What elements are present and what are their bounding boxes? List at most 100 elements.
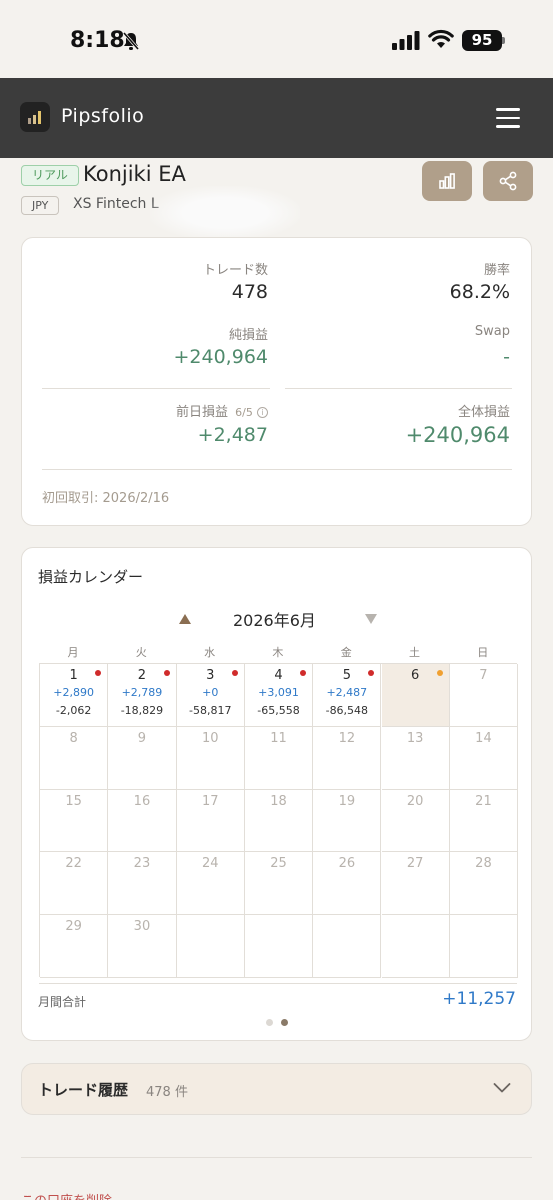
account-name: Konjiki EA [83,162,186,186]
calendar-day-cell[interactable]: 22 [40,852,109,916]
calendar-day-cell[interactable]: 25 [244,852,314,916]
calendar-day-cell[interactable]: 16 [108,789,177,853]
calendar-day-number: 24 [201,856,219,872]
hamburger-menu-icon[interactable] [496,108,520,128]
calendar-day-number: 20 [406,793,424,809]
calendar-status-dot [231,670,238,676]
total-pl-value: +240,964 [405,423,510,447]
calendar-day-cell[interactable]: 7 [449,664,519,727]
calendar-day-cell[interactable]: 27 [381,852,450,916]
page-indicator-dot[interactable] [266,1019,273,1026]
prev-month-icon[interactable] [179,614,191,624]
calendar-empty-cell [176,915,245,978]
calendar-day-cell[interactable]: 26 [313,852,382,916]
calendar-day-number: 22 [65,856,82,872]
weekday-label: 月 [67,646,79,659]
calendar-empty-cell [381,915,450,978]
calendar-day-cell[interactable]: 14 [449,726,519,790]
calendar-day-number: 29 [65,919,82,935]
calendar-day-number: 17 [201,793,219,809]
calendar-day-cell[interactable]: 17 [176,789,245,853]
net-pl-label: 純損益 [228,328,268,343]
calendar-day-number: 8 [69,730,78,746]
footer-divider [21,1157,532,1158]
share-button[interactable] [483,161,533,201]
calendar-day-cell[interactable]: 29 [40,915,109,978]
calendar-day-pl: +3,091 [258,686,299,699]
trade-history-title: トレード履歴 [38,1081,129,1099]
calendar-day-cell[interactable]: 4 +3,091 -65,558 [244,664,314,727]
calendar-day-cell[interactable]: 9 [108,726,177,790]
calendar-day-cell[interactable]: 10 [176,726,245,790]
calendar-day-cell[interactable]: 1 +2,890 -2,062 [40,664,109,727]
calendar-day-secondary: -58,817 [189,704,232,717]
chart-button[interactable] [422,161,472,201]
calendar-day-secondary: -18,829 [120,704,164,717]
calendar-day-number: 10 [201,730,219,746]
redaction-blur [150,186,300,240]
calendar-day-pl: +2,487 [326,686,368,699]
calendar-title: 損益カレンダー [38,568,144,586]
calendar-day-cell[interactable]: 2 +2,789 -18,829 [108,664,177,727]
calendar-day-number: 18 [270,793,287,809]
cellular-signal-icon [392,31,420,50]
wifi-icon [428,29,454,48]
net-pl-value: +240,964 [173,346,269,368]
calendar-day-cell[interactable]: 8 [40,726,109,790]
calendar-empty-cell [313,915,382,978]
calendar-day-number: 14 [475,730,492,746]
calendar-day-cell[interactable]: 20 [381,789,450,853]
stats-divider-left [42,388,270,389]
winrate-label: 勝率 [483,263,510,278]
trades-value: 478 [231,281,268,303]
calendar-day-cell[interactable]: 13 [381,726,450,790]
calendar-day-cell[interactable]: 3 +0 -58,817 [176,664,245,727]
calendar-day-cell[interactable]: 5 +2,487 -86,548 [313,664,382,727]
weekday-label: 水 [204,646,216,659]
calendar-day-number: 27 [406,856,424,872]
prev-day-label: 前日損益 6/5 i [176,401,268,420]
calendar-day-number: 7 [479,668,488,683]
delete-account-link[interactable]: この口座を削除 [21,1190,112,1200]
calendar-day-number: 26 [338,856,356,872]
calendar-day-secondary: -86,548 [325,704,369,717]
calendar-day-cell[interactable]: 28 [449,852,519,916]
weekday-label: 木 [272,646,284,659]
calendar-day-number: 30 [133,919,151,935]
calendar-day-cell[interactable]: 30 [108,915,177,978]
calendar-empty-cell [244,915,314,978]
calendar-day-pl: +0 [202,686,219,699]
calendar-day-number: 28 [475,856,492,872]
calendar-day-cell[interactable]: 11 [244,726,314,790]
status-time: 8:18 [70,28,125,53]
calendar-day-cell[interactable]: 15 [40,789,109,853]
account-type-badge: リアル [21,165,79,186]
app-logo[interactable] [20,102,50,132]
winrate-value: 68.2% [449,281,510,303]
calendar-day-number: 11 [270,730,287,746]
bar-chart-icon [439,173,455,189]
calendar-day-number: 16 [133,793,151,809]
calendar-day-cell[interactable]: 12 [313,726,382,790]
calendar-day-number: 25 [270,856,287,872]
trades-label: トレード数 [202,263,268,278]
calendar-day-cell[interactable]: 21 [449,789,519,853]
monthly-total-value: +11,257 [442,989,516,1009]
next-month-icon[interactable] [365,614,377,624]
calendar-day-cell[interactable]: 19 [313,789,382,853]
weekday-label: 火 [135,646,147,659]
bar-chart-logo-icon [28,111,41,124]
calendar-day-cell[interactable]: 24 [176,852,245,916]
app-brand[interactable]: Pipsfolio [61,105,144,127]
calendar-day-cell[interactable]: 18 [244,789,314,853]
calendar-day-cell[interactable]: 6 [381,664,450,727]
info-icon[interactable]: i [257,407,268,418]
calendar-day-cell[interactable]: 23 [108,852,177,916]
swap-value: - [503,346,510,368]
calendar-grid: 1 +2,890 -2,062 2 +2,789 -18,829 3 +0 -58,817 4 +3… [39,663,519,978]
swap-label: Swap [474,324,510,339]
trade-history-accordion[interactable]: トレード履歴 478 件 [21,1063,532,1115]
prev-day-date: 6/5 [235,406,253,419]
page-indicator-dot-active[interactable] [281,1019,288,1026]
weekday-label: 土 [409,646,420,659]
